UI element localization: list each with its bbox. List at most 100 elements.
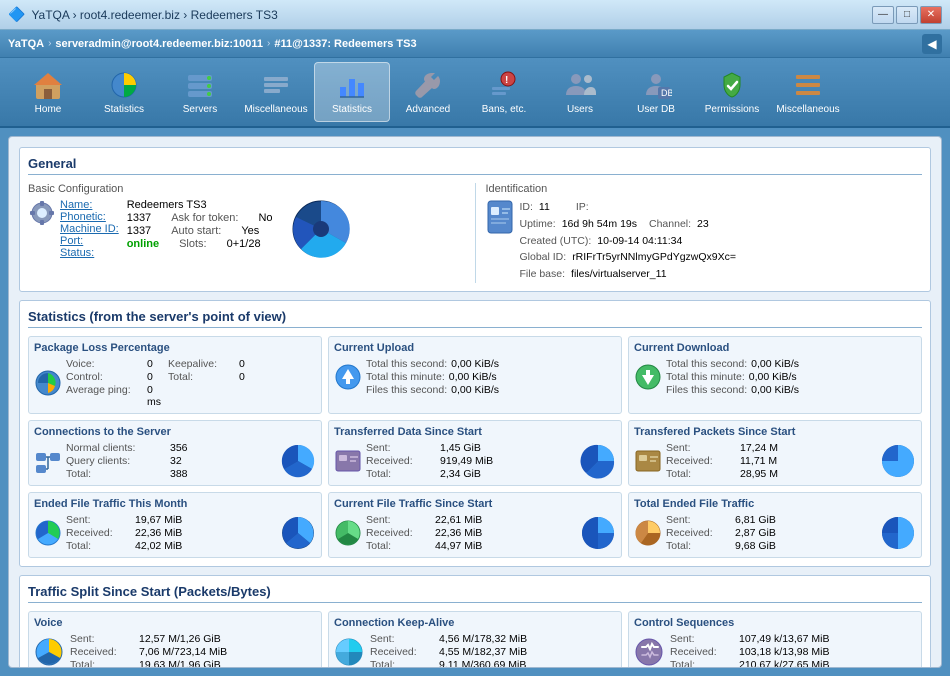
avg-ping-label: Average ping: (66, 384, 146, 408)
connections-pie (280, 443, 316, 479)
connections-title: Connections to the Server (34, 426, 316, 438)
fts-sent-label: Sent: (366, 514, 431, 526)
minimize-button[interactable]: — (872, 6, 894, 24)
ftm-received-label: Received: (66, 527, 131, 539)
machine-id-link[interactable]: Machine ID: (60, 223, 119, 235)
toolbar-servers[interactable]: Servers (162, 62, 238, 122)
channel-label: Channel: (649, 216, 691, 233)
tft-sent-value: 6,81 GiB (735, 514, 776, 526)
dl-sec-value: 0,00 KiB/s (751, 358, 799, 370)
toolbar-permissions[interactable]: Permissions (694, 62, 770, 122)
stat-download: Current Download Total this second:0,00 … (628, 336, 922, 414)
tft-sent-label: Sent: (666, 514, 731, 526)
traffic-title: Traffic Split Since Start (Packets/Bytes… (28, 584, 922, 603)
main-content: General Basic Configuration Name: Phonet… (0, 128, 950, 676)
conn-total-value: 388 (170, 468, 188, 480)
created-value: 10-09-14 04:11:34 (597, 233, 682, 250)
auto-start-label: Auto start: (171, 225, 221, 237)
ka-received-value: 4,55 M/182,37 MiB (439, 646, 527, 658)
phonetic-link[interactable]: Phonetic: (60, 211, 119, 223)
created-label: Created (UTC): (520, 233, 592, 250)
toolbar-statistics2[interactable]: Statistics (314, 62, 390, 122)
keepalive-value: 0 (239, 358, 259, 370)
file-traffic-month-data: Sent:19,67 MiB Received:22,36 MiB Total:… (66, 514, 276, 552)
general-section: General Basic Configuration Name: Phonet… (19, 147, 931, 292)
cs-total-value: 210,67 k/27,65 MiB (739, 659, 829, 668)
port-link[interactable]: Port: (60, 235, 119, 247)
toolbar-advanced[interactable]: Advanced (390, 62, 466, 122)
addr-segment-app[interactable]: YaTQA (8, 38, 44, 50)
ftm-sent-label: Sent: (66, 514, 131, 526)
id-data: ID: 11 IP: Uptime: 16d 9h 54m 19s Channe… (520, 199, 737, 283)
cs-sent-value: 107,49 k/13,67 MiB (739, 633, 829, 645)
close-button[interactable]: ✕ (920, 6, 942, 24)
download-icon (634, 363, 662, 391)
voice-title: Voice (34, 617, 316, 629)
basic-config-title: Basic Configuration (28, 183, 465, 195)
machine-id-value: 1337 (127, 212, 151, 224)
addr-segment-ts[interactable]: #11@1337: Redeemers TS3 (274, 38, 416, 50)
toolbar-servers-label: Servers (183, 104, 217, 115)
upload-sec-label: Total this second: (366, 358, 447, 370)
connections-icon (34, 447, 62, 475)
toolbar-misc1[interactable]: Miscellaneous (238, 62, 314, 122)
control-traffic-icon (634, 637, 664, 667)
ka-total-label: Total: (370, 659, 435, 668)
package-loss-icon (34, 369, 62, 397)
svg-text:!: ! (505, 75, 508, 86)
name-link[interactable]: Name: (60, 199, 119, 211)
upload-icon (334, 363, 362, 391)
stat-upload: Current Upload Total this second: 0,00 Ki… (328, 336, 622, 414)
dl-min-value: 0,00 KiB/s (749, 371, 797, 383)
home-icon (32, 69, 64, 101)
fts-total-label: Total: (366, 540, 431, 552)
content-panel: General Basic Configuration Name: Phonet… (8, 136, 942, 668)
addr-arrow-1: › (48, 38, 51, 49)
toolbar-users[interactable]: Users (542, 62, 618, 122)
transferred-packets-icon (634, 447, 662, 475)
general-top: Basic Configuration Name: Phonetic: Mach… (28, 183, 922, 283)
td-sent-value: 1,45 GiB (440, 442, 481, 454)
upload-files-value: 0,00 KiB/s (451, 384, 499, 396)
control-title: Control Sequences (634, 617, 916, 629)
status-link[interactable]: Status: (60, 247, 119, 259)
upload-sec-value: 0,00 KiB/s (451, 358, 499, 370)
v-received-label: Received: (70, 646, 135, 658)
toolbar: Home Statistics Servers Miscellaneous St… (0, 58, 950, 128)
file-traffic-month-icon (34, 519, 62, 547)
stat-connections: Connections to the Server Normal clients… (28, 420, 322, 486)
toolbar-misc1-label: Miscellaneous (244, 104, 307, 115)
total-file-traffic-title: Total Ended File Traffic (634, 498, 916, 510)
upload-data: Total this second: 0,00 KiB/s Total this … (366, 358, 616, 396)
global-id-value: rRIFrTr5yrNNlmyGPdYgzwQx9Xc= (572, 249, 736, 266)
stat-transferred-packets: Transfered Packets Since Start Sent:17,2… (628, 420, 922, 486)
toolbar-bans[interactable]: ! Bans, etc. (466, 62, 542, 122)
upload-title: Current Upload (334, 342, 616, 354)
dl-sec-label: Total this second: (666, 358, 747, 370)
dl-files-label: Files this second: (666, 384, 747, 396)
toolbar-misc2[interactable]: Miscellaneous (770, 62, 846, 122)
ftm-total-value: 42,02 MiB (135, 540, 182, 552)
misc1-icon (260, 69, 292, 101)
cs-sent-label: Sent: (670, 633, 735, 645)
uptime-label: Uptime: (520, 216, 556, 233)
toolbar-home[interactable]: Home (10, 62, 86, 122)
tp-total-label: Total: (666, 468, 736, 480)
addr-segment-server[interactable]: serveradmin@root4.redeemer.biz:10011 (55, 38, 263, 50)
tp-received-value: 11,71 M (740, 455, 777, 467)
stats-section: Statistics (from the server's point of v… (19, 300, 931, 567)
toolbar-statistics1[interactable]: Statistics (86, 62, 162, 122)
upload-min-label: Total this minute: (366, 371, 445, 383)
transferred-packets-title: Transfered Packets Since Start (634, 426, 916, 438)
window-title: YaTQA › root4.redeemer.biz › Redeemers T… (31, 8, 872, 22)
toolbar-userdb[interactable]: DB User DB (618, 62, 694, 122)
control-label: Control: (66, 371, 146, 383)
back-icon[interactable]: ◀ (922, 34, 942, 54)
tp-total-value: 28,95 M (740, 468, 778, 480)
maximize-button[interactable]: □ (896, 6, 918, 24)
file-traffic-start-title: Current File Traffic Since Start (334, 498, 616, 510)
keepalive-label: Keepalive: (168, 358, 238, 370)
id-card-icon (486, 199, 514, 235)
addr-arrow-2: › (267, 38, 270, 49)
transferred-data-title: Transferred Data Since Start (334, 426, 616, 438)
